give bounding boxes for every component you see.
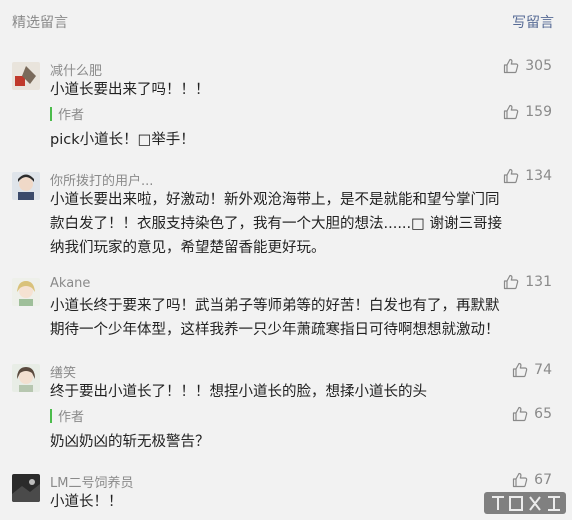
like-count: 305 <box>525 58 552 74</box>
write-comment-link[interactable]: 写留言 <box>512 12 554 32</box>
comment-text: 小道长要出来了吗！！！ <box>50 82 210 98</box>
site-watermark-logo <box>482 488 568 516</box>
comment-item: 缮笑 终于要出小道长了！！！想捏小道长的脸，想揉小道长的头 74 作者 奶凶奶凶… <box>0 360 572 454</box>
author-label: 作者 <box>58 108 85 123</box>
commenter-name: 缮笑 <box>50 366 77 381</box>
like-count: 159 <box>525 104 552 120</box>
avatar[interactable] <box>12 474 40 502</box>
commenter-name: 你所拨打的用户... <box>50 174 154 189</box>
comment-text: 小道长要出来啦，好激动！新外观沧海带上，是不是就能和望兮掌门同款白发了！！衣服支… <box>50 192 502 256</box>
author-label: 作者 <box>58 410 85 425</box>
reply-indicator <box>50 409 52 423</box>
avatar[interactable] <box>12 172 40 200</box>
commenter-name: LM二号饲养员 <box>50 476 134 491</box>
author-reply: 作者 奶凶奶凶的斩无极警告？ <box>50 406 510 452</box>
thumbs-up-icon <box>503 104 519 120</box>
thumbs-up-icon <box>512 406 528 422</box>
thumbs-up-icon <box>512 472 528 488</box>
author-reply: 作者 pick小道长！□举手！ <box>50 104 510 150</box>
reply-indicator <box>50 107 52 121</box>
comment-item: Akane 小道长终于要来了吗！武当弟子等师弟等的好苦！白发也有了，再默默期待一… <box>0 274 572 346</box>
avatar[interactable] <box>12 278 40 306</box>
reply-text: pick小道长！□举手！ <box>50 132 195 148</box>
like-count: 131 <box>525 274 552 290</box>
comment-text: 终于要出小道长了！！！想捏小道长的脸，想揉小道长的头 <box>50 384 427 400</box>
featured-comments-title: 精选留言 <box>12 15 68 31</box>
like-count: 65 <box>534 406 552 422</box>
like-button[interactable]: 305 <box>503 58 552 74</box>
like-button[interactable]: 74 <box>512 362 552 378</box>
thumbs-up-icon <box>503 168 519 184</box>
avatar[interactable] <box>12 364 40 392</box>
comment-text: 小道长终于要来了吗！武当弟子等师弟等的好苦！白发也有了，再默默期待一个少年体型，… <box>50 298 500 338</box>
commenter-name: 减什么肥 <box>50 64 103 79</box>
reply-text: 奶凶奶凶的斩无极警告？ <box>50 434 210 450</box>
thumbs-up-icon <box>512 362 528 378</box>
like-count: 134 <box>525 168 552 184</box>
comment-item: 你所拨打的用户... 小道长要出来啦，好激动！新外观沧海带上，是不是就能和望兮掌… <box>0 166 572 262</box>
like-count: 74 <box>534 362 552 378</box>
like-button[interactable]: 134 <box>503 168 552 184</box>
comment-text: 小道长！！ <box>50 494 123 510</box>
comment-item: 减什么肥 小道长要出来了吗！！！ 305 作者 pick小道长！□举手！ 159 <box>0 52 572 150</box>
thumbs-up-icon <box>503 274 519 290</box>
reply-like-button[interactable]: 159 <box>503 104 552 120</box>
avatar[interactable] <box>12 62 40 90</box>
thumbs-up-icon <box>503 58 519 74</box>
like-count: 67 <box>534 472 552 488</box>
commenter-name: Akane <box>50 276 91 291</box>
comments-header: 精选留言 写留言 <box>0 0 572 44</box>
like-button[interactable]: 131 <box>503 274 552 290</box>
reply-like-button[interactable]: 65 <box>512 406 552 422</box>
like-button[interactable]: 67 <box>512 472 552 488</box>
